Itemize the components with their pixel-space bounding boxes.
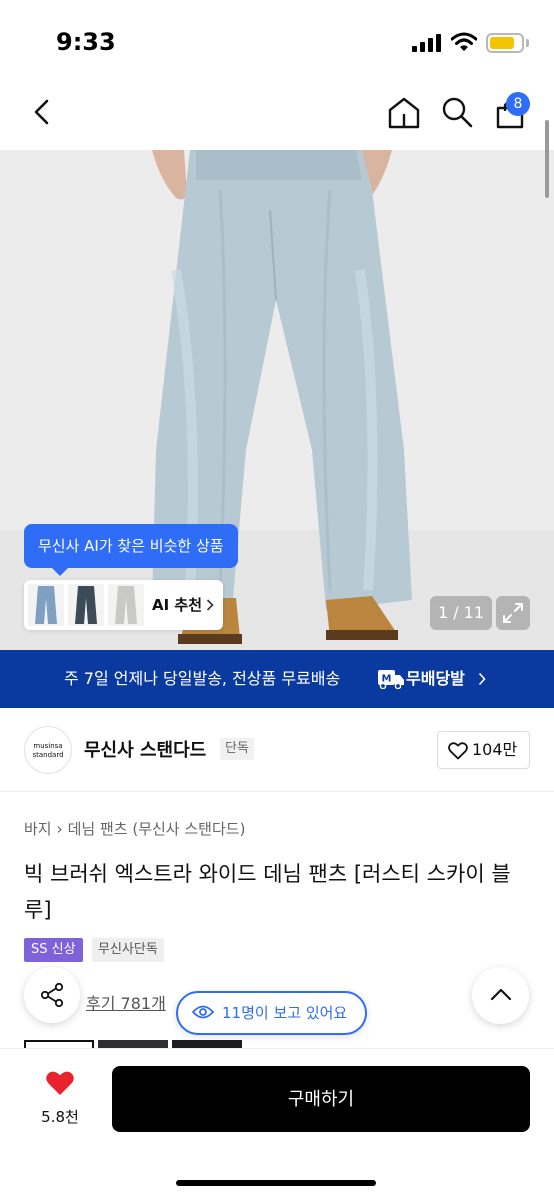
brand-logo-line1: musinsa (33, 742, 63, 750)
exclusive-tag: 무신사단독 (92, 938, 164, 962)
expand-icon[interactable] (496, 596, 530, 630)
wish-button[interactable]: 5.8천 (30, 1070, 90, 1126)
ai-thumb-1[interactable] (28, 584, 64, 626)
search-icon[interactable] (440, 95, 474, 129)
scrollbar[interactable] (545, 120, 549, 198)
brand-like-button[interactable]: 104만 (437, 731, 530, 769)
product-title: 빅 브러쉬 엑스트라 와이드 데님 팬츠 [러스티 스카이 블루] (24, 862, 511, 922)
product-image[interactable] (0, 150, 554, 650)
viewers-badge: 11명이 보고 있어요 (176, 991, 368, 1035)
image-pager: 1 / 11 (430, 596, 492, 630)
banner-logo-letter: M (382, 674, 392, 685)
buy-button[interactable]: 구매하기 (112, 1066, 530, 1132)
delivery-truck-icon: M (378, 670, 404, 689)
ai-thumb-3[interactable] (108, 584, 144, 626)
breadcrumb-item[interactable]: 바지 (24, 820, 52, 838)
home-indicator (176, 1180, 376, 1186)
breadcrumb: 바지 › 데님 팬츠 (무신사 스탠다드) (24, 818, 245, 839)
status-time: 9:33 (56, 28, 116, 56)
heart-outline-icon (448, 742, 468, 760)
chevron-right-icon (478, 672, 486, 686)
review-count-link[interactable]: 후기 781개 (86, 990, 166, 1014)
wish-count: 5.8천 (41, 1108, 79, 1126)
status-bar: 9:33 (0, 0, 554, 88)
chevron-right-icon (206, 599, 214, 611)
breadcrumb-item[interactable]: 데님 팬츠 (무신사 스탠다드) (68, 820, 246, 838)
wifi-icon (451, 32, 477, 51)
share-icon (40, 982, 64, 1008)
battery-tip (526, 39, 529, 47)
share-button[interactable] (24, 967, 80, 1023)
breadcrumb-separator-icon: › (56, 820, 63, 838)
viewers-text: 11명이 보고 있어요 (222, 1004, 348, 1022)
chevron-up-icon (490, 988, 512, 1001)
heart-filled-icon (46, 1071, 74, 1095)
banner-brand: 무배당발 (406, 669, 465, 688)
battery-icon (486, 33, 524, 53)
eye-icon (192, 1005, 214, 1019)
new-season-tag: SS 신상 (24, 938, 83, 962)
signal-icon (412, 34, 442, 52)
cart-count-badge: 8 (506, 92, 530, 116)
brand-name[interactable]: 무신사 스탠다드 (84, 736, 206, 762)
brand-exclusive-tag: 단독 (220, 738, 254, 760)
ai-thumb-2[interactable] (68, 584, 104, 626)
scroll-top-button[interactable] (472, 967, 529, 1024)
banner-text: 주 7일 언제나 당일발송, 전상품 무료배송 (64, 669, 341, 688)
brand-like-count: 104만 (472, 740, 518, 759)
ai-similar-tooltip[interactable]: 무신사 AI가 찾은 비슷한 상품 (24, 524, 238, 576)
jeans-photo (0, 150, 554, 650)
delivery-banner[interactable]: 주 7일 언제나 당일발송, 전상품 무료배송 (0, 650, 554, 708)
ai-recommend-label: AI 추천 (152, 596, 203, 614)
brand-logo[interactable]: musinsa standard (24, 726, 72, 774)
home-icon[interactable] (386, 95, 422, 131)
ai-recommend-panel[interactable]: AI 추천 (24, 580, 223, 630)
back-icon[interactable] (30, 98, 54, 126)
brand-logo-line2: standard (32, 751, 64, 759)
